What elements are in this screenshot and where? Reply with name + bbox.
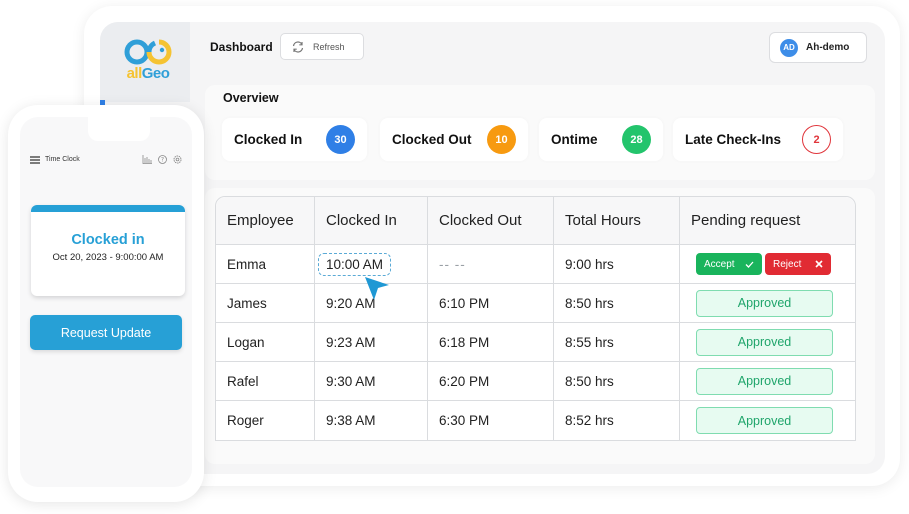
mobile-header-title: Time Clock xyxy=(45,156,80,163)
clocked-out-cell: 6:20 PM xyxy=(428,362,554,401)
stat-label: Clocked Out xyxy=(392,132,472,147)
sidebar: allGeo xyxy=(100,22,190,107)
status-card-accent xyxy=(31,205,185,212)
stat-count-badge: 2 xyxy=(802,125,831,154)
menu-icon[interactable] xyxy=(30,155,40,164)
column-header-clocked-out[interactable]: Clocked Out xyxy=(428,197,554,245)
allgeo-logo[interactable]: allGeo xyxy=(122,38,174,90)
refresh-button[interactable]: Refresh xyxy=(280,33,364,60)
help-icon[interactable]: ? xyxy=(158,155,167,164)
total-hours-cell: 8:50 hrs xyxy=(554,362,680,401)
approved-badge: Approved xyxy=(696,367,833,395)
phone-notch xyxy=(88,117,150,141)
stat-count-badge: 28 xyxy=(622,125,651,154)
svg-text:?: ? xyxy=(161,157,164,164)
clock-status-card: Clocked in Oct 20, 2023 - 9:00:00 AM xyxy=(31,205,185,296)
chart-icon[interactable] xyxy=(142,155,152,164)
clocked-in-cell: 9:30 AM xyxy=(315,362,428,401)
stat-card-clocked-in[interactable]: Clocked In 30 xyxy=(222,118,367,161)
clocked-out-empty: -- -- xyxy=(439,256,466,272)
mobile-screen: Time Clock ? Clocked in Oct 20, 2023 - 9… xyxy=(20,117,192,487)
clocked-out-cell: 6:18 PM xyxy=(428,323,554,362)
total-hours-cell: 8:55 hrs xyxy=(554,323,680,362)
total-hours-cell: 8:50 hrs xyxy=(554,284,680,323)
overview-title: Overview xyxy=(223,91,279,105)
column-header-clocked-in[interactable]: Clocked In xyxy=(315,197,428,245)
employee-cell: James xyxy=(216,284,315,323)
page-title: Dashboard xyxy=(210,40,273,54)
check-icon xyxy=(745,261,754,268)
overview-panel: Overview Clocked In 30 Clocked Out 10 On… xyxy=(205,85,875,180)
stat-count-badge: 10 xyxy=(487,125,516,154)
table-row: James 9:20 AM 6:10 PM 8:50 hrs Approved xyxy=(216,284,855,323)
settings-icon[interactable] xyxy=(173,155,182,164)
table-header-row: Employee Clocked In Clocked Out Total Ho… xyxy=(216,197,855,245)
approved-badge: Approved xyxy=(696,328,833,356)
pending-request-cell: Approved xyxy=(680,401,855,440)
column-header-employee[interactable]: Employee xyxy=(216,197,315,245)
pending-request-cell: Accept Reject xyxy=(680,245,855,284)
total-hours-cell: 8:52 hrs xyxy=(554,401,680,440)
employee-cell: Roger xyxy=(216,401,315,440)
clocked-in-cell: 9:23 AM xyxy=(315,323,428,362)
mobile-device: Time Clock ? Clocked in Oct 20, 2023 - 9… xyxy=(8,105,204,502)
clocked-out-cell: 6:10 PM xyxy=(428,284,554,323)
table-row: Rafel 9:30 AM 6:20 PM 8:50 hrs Approved xyxy=(216,362,855,401)
table-row: Roger 9:38 AM 6:30 PM 8:52 hrs Approved xyxy=(216,401,855,440)
pending-request-cell: Approved xyxy=(680,362,855,401)
pending-request-cell: Approved xyxy=(680,323,855,362)
attendance-table: Employee Clocked In Clocked Out Total Ho… xyxy=(215,196,856,441)
clocked-in-cell: 9:38 AM xyxy=(315,401,428,440)
table-row: Logan 9:23 AM 6:18 PM 8:55 hrs Approved xyxy=(216,323,855,362)
column-header-total-hours[interactable]: Total Hours xyxy=(554,197,680,245)
reject-label: Reject xyxy=(773,258,802,270)
clocked-in-edit-field[interactable]: 10:00 AM xyxy=(318,252,392,276)
stat-label: Late Check-Ins xyxy=(685,132,782,147)
accept-label: Accept xyxy=(704,258,735,270)
stat-card-ontime[interactable]: Ontime 28 xyxy=(539,118,663,161)
total-hours-cell: 9:00 hrs xyxy=(554,245,680,284)
reject-button[interactable]: Reject xyxy=(765,253,831,275)
refresh-icon xyxy=(292,40,304,53)
clocked-in-cell: 10:00 AM xyxy=(315,245,428,284)
column-header-pending-request[interactable]: Pending request xyxy=(680,197,855,245)
user-name: Ah-demo xyxy=(806,42,850,53)
stat-card-late-check-ins[interactable]: Late Check-Ins 2 xyxy=(673,118,843,161)
mobile-header: Time Clock ? xyxy=(30,155,182,164)
employee-cell: Emma xyxy=(216,245,315,284)
stat-label: Ontime xyxy=(551,132,598,147)
accept-button[interactable]: Accept xyxy=(696,253,762,275)
logo-text: allGeo xyxy=(126,65,170,82)
user-menu-button[interactable]: AD Ah-demo xyxy=(769,32,867,63)
approved-badge: Approved xyxy=(696,407,833,434)
clocked-in-cell: 9:20 AM xyxy=(315,284,428,323)
pending-request-cell: Approved xyxy=(680,284,855,323)
close-icon xyxy=(815,260,823,268)
employee-cell: Logan xyxy=(216,323,315,362)
refresh-label: Refresh xyxy=(313,41,345,52)
attendance-panel: Employee Clocked In Clocked Out Total Ho… xyxy=(205,188,875,464)
stat-card-clocked-out[interactable]: Clocked Out 10 xyxy=(380,118,528,161)
clocked-out-cell: 6:30 PM xyxy=(428,401,554,440)
request-update-button[interactable]: Request Update xyxy=(30,315,182,350)
stat-count-badge: 30 xyxy=(326,125,355,154)
clock-status-title: Clocked in xyxy=(71,232,145,248)
approved-badge: Approved xyxy=(696,289,833,317)
dashboard-window: allGeo Dashboard Refresh AD Ah-demo Over… xyxy=(100,22,885,474)
clocked-out-cell: -- -- xyxy=(428,245,554,284)
avatar: AD xyxy=(780,38,798,57)
table-row: Emma 10:00 AM -- -- 9:00 hrs Accept Reje… xyxy=(216,245,855,284)
employee-cell: Rafel xyxy=(216,362,315,401)
clock-status-time: Oct 20, 2023 - 9:00:00 AM xyxy=(52,252,164,263)
stat-label: Clocked In xyxy=(234,132,303,147)
logo-rings-icon xyxy=(124,39,172,65)
